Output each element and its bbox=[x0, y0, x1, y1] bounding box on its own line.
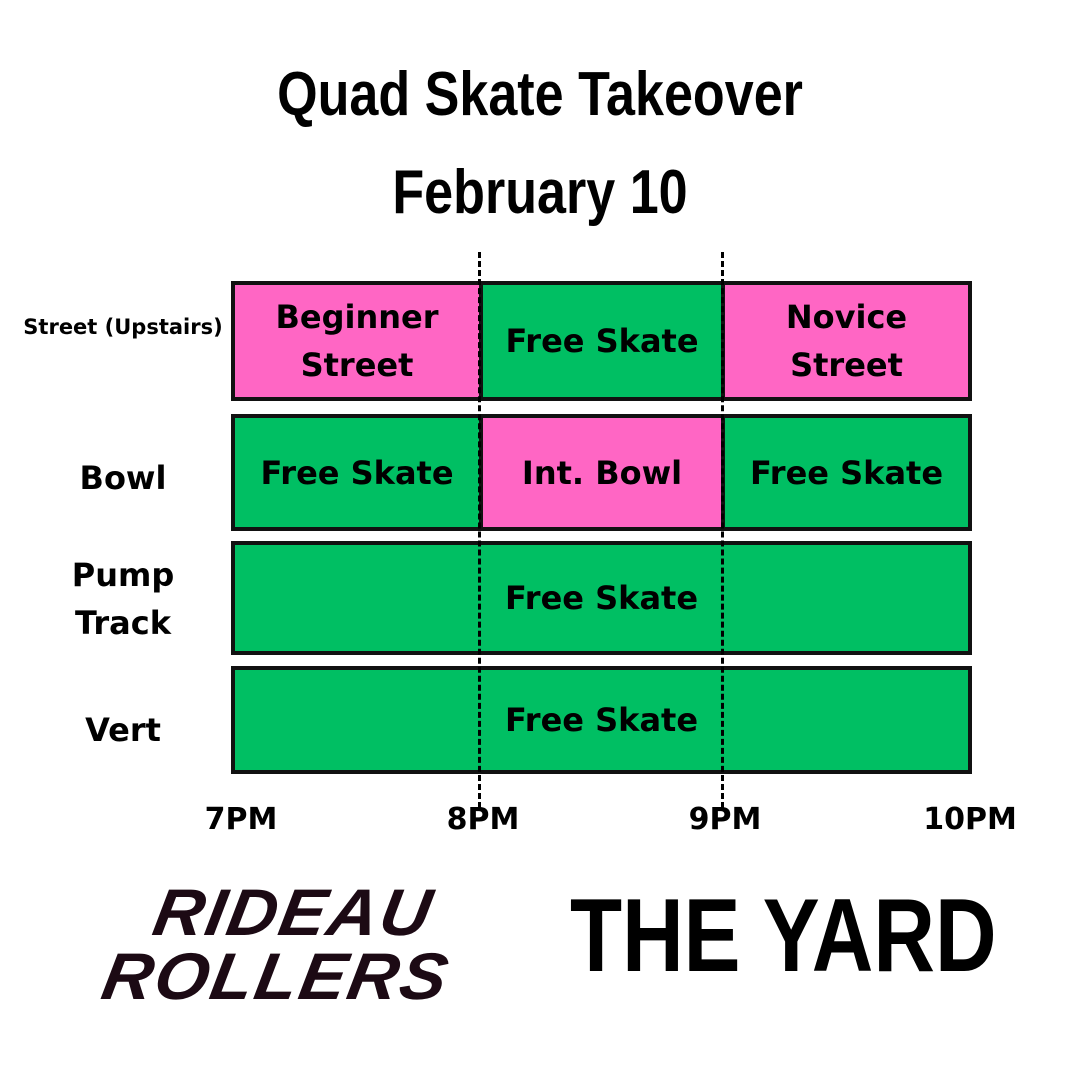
cell-novice-street: Novice Street bbox=[721, 281, 972, 401]
divider-9pm bbox=[721, 252, 724, 808]
cell-text: Int. Bowl bbox=[521, 453, 683, 492]
cell-text: Free Skate bbox=[749, 453, 944, 492]
cell-free-skate-vert: Free Skate bbox=[231, 666, 972, 774]
cell-free-skate-pump-track: Free Skate bbox=[231, 541, 972, 655]
time-tick-10pm: 10PM bbox=[923, 802, 1017, 837]
divider-8pm bbox=[478, 252, 481, 808]
cell-text: Free Skate bbox=[504, 701, 699, 739]
cell-int-bowl: Int. Bowl bbox=[479, 414, 725, 531]
cell-beginner-street: Beginner Street bbox=[231, 281, 483, 401]
logo-text: ROLLERS bbox=[96, 939, 456, 1013]
row-label-bowl: Bowl bbox=[79, 459, 167, 497]
cell-free-skate-street: Free Skate bbox=[479, 281, 725, 401]
time-tick-9pm: 9PM bbox=[688, 802, 762, 837]
rideau-rollers-logo: RIDEAU ROLLERS bbox=[96, 875, 499, 1013]
time-tick-8pm: 8PM bbox=[446, 802, 520, 837]
cell-free-skate-bowl-1: Free Skate bbox=[231, 414, 483, 531]
logo-text: RIDEAU bbox=[148, 875, 440, 949]
row-label-pump-track: Pump Track bbox=[71, 556, 175, 642]
row-label-street: Street (Upstairs) bbox=[23, 315, 223, 339]
cell-free-skate-bowl-3: Free Skate bbox=[721, 414, 972, 531]
event-title: Quad Skate Takeover bbox=[277, 60, 803, 129]
time-tick-7pm: 7PM bbox=[204, 802, 278, 837]
cell-text: Free Skate bbox=[260, 453, 454, 492]
event-date: February 10 bbox=[392, 158, 688, 227]
cell-text: Free Skate bbox=[504, 579, 699, 617]
row-label-vert: Vert bbox=[85, 711, 161, 749]
cell-text: Novice Street bbox=[785, 298, 908, 384]
cell-text: Beginner Street bbox=[275, 298, 439, 384]
cell-text: Free Skate bbox=[505, 322, 699, 360]
the-yard-logo: THE YARD bbox=[570, 878, 997, 994]
